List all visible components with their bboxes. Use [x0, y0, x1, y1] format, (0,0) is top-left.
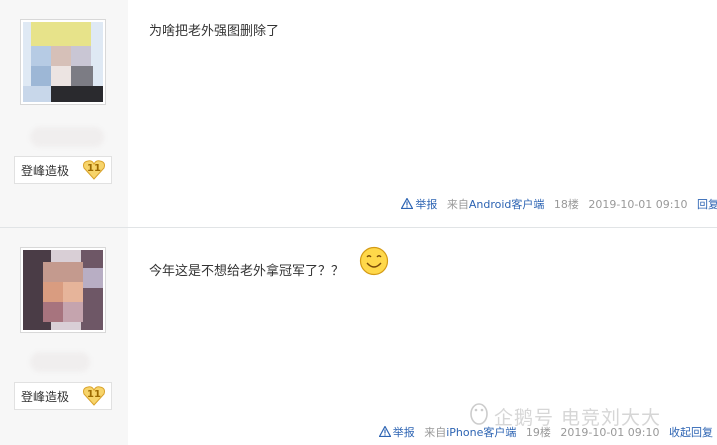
collapse-reply-button[interactable]: 收起回复: [669, 426, 713, 439]
avatar[interactable]: [20, 19, 106, 105]
report-label: 举报: [415, 198, 438, 211]
rank-label: 登峰造极: [21, 164, 70, 178]
level-number: 11: [87, 389, 101, 400]
post-time: 2019-10-01 09:10: [588, 198, 688, 211]
rank-badge[interactable]: 登峰造极 11: [14, 382, 112, 410]
report-link[interactable]: 举报: [378, 426, 419, 439]
level-heart-icon: 11: [82, 160, 106, 180]
rank-label: 登峰造极: [21, 390, 70, 404]
client-prefix: 来自: [424, 426, 447, 439]
avatar[interactable]: [20, 247, 106, 333]
post-footer: 举报 来自Android客户端 18楼 2019-10-01 09:10 回复: [395, 196, 717, 212]
client-prefix: 来自: [446, 198, 469, 211]
username-blurred[interactable]: [30, 127, 104, 147]
penguin-logo-icon: [470, 403, 488, 425]
watermark: 企鹅号 电竞刘大大: [494, 407, 662, 429]
client-link[interactable]: Android客户端: [469, 198, 545, 211]
rank-badge[interactable]: 登峰造极 11: [14, 156, 112, 184]
warning-icon: [401, 198, 414, 209]
warning-icon: [378, 426, 391, 437]
post-18: 登峰造极 11 为啥把老外强图删除了 举报 来自Android客户端 18楼 2…: [0, 0, 717, 228]
post-content: 为啥把老外强图删除了: [149, 24, 280, 39]
report-link[interactable]: 举报: [401, 198, 441, 211]
smile-emoji-icon: [359, 246, 389, 276]
username-blurred[interactable]: [30, 352, 90, 372]
level-heart-icon: 11: [82, 386, 106, 406]
post-content: 今年这是不想给老外拿冠军了？？: [149, 264, 345, 279]
floor-number: 18楼: [553, 198, 579, 211]
reply-button[interactable]: 回复: [697, 198, 717, 211]
report-label: 举报: [392, 426, 415, 439]
level-number: 11: [87, 163, 101, 174]
